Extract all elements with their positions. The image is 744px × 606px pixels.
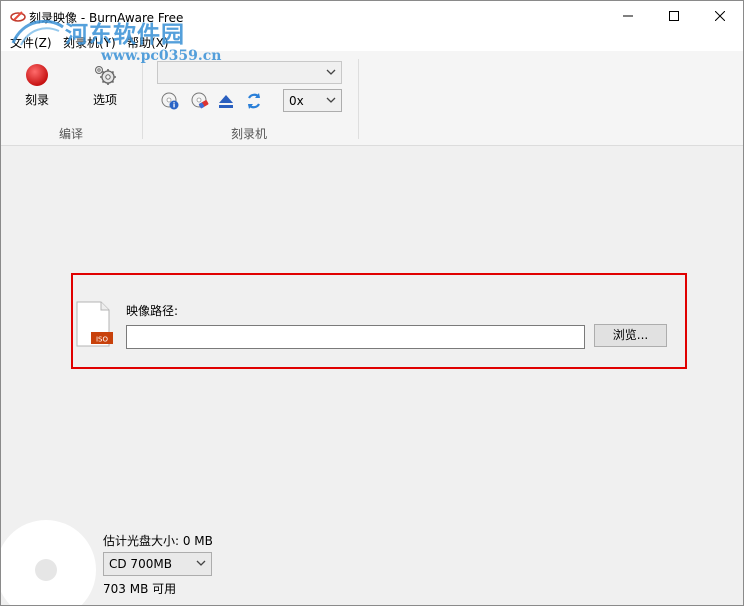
estimated-size-label: 估计光盘大小: 0 MB bbox=[103, 534, 213, 548]
speed-select-value: 0x bbox=[289, 94, 304, 108]
maximize-icon bbox=[669, 11, 679, 21]
options-button-label: 选项 bbox=[92, 93, 117, 107]
toolbar-ribbon: 刻录 选项 编译 0x 刻录机 bbox=[1, 51, 743, 146]
chevron-down-icon bbox=[196, 560, 206, 566]
eject-icon[interactable] bbox=[217, 92, 235, 110]
toolbar-separator bbox=[358, 59, 359, 139]
chevron-down-icon bbox=[326, 69, 336, 75]
burn-button-label: 刻录 bbox=[24, 93, 49, 107]
disc-info-icon[interactable] bbox=[161, 92, 179, 110]
disc-erase-icon[interactable] bbox=[191, 92, 209, 110]
toolbar-separator bbox=[142, 59, 143, 139]
close-icon bbox=[715, 11, 725, 21]
image-path-input[interactable] bbox=[126, 325, 585, 349]
disc-type-select[interactable]: CD 700MB bbox=[103, 552, 212, 576]
disc-type-value: CD 700MB bbox=[109, 557, 172, 571]
minimize-icon bbox=[623, 15, 633, 17]
iso-file-icon: ISO bbox=[76, 301, 113, 347]
available-space-label: 703 MB 可用 bbox=[103, 582, 177, 596]
speed-select[interactable]: 0x bbox=[283, 89, 342, 112]
watermark-logo bbox=[11, 19, 64, 46]
burn-record-icon bbox=[26, 64, 48, 86]
disc-icon bbox=[1, 520, 96, 605]
group-label-burner: 刻录机 bbox=[231, 127, 268, 141]
close-button[interactable] bbox=[697, 1, 743, 31]
image-path-label: 映像路径: bbox=[126, 304, 179, 318]
burn-button[interactable]: 刻录 bbox=[15, 63, 59, 108]
browse-button[interactable]: 浏览... bbox=[594, 324, 667, 347]
app-window: 刻录映像 - BurnAware Free 文件(Z) 刻录机(Y) 帮助(X) bbox=[0, 0, 744, 606]
chevron-down-icon bbox=[326, 97, 336, 103]
drive-select[interactable] bbox=[157, 61, 342, 84]
maximize-button[interactable] bbox=[651, 1, 697, 31]
watermark-site-url: www.pc0359.cn bbox=[101, 48, 222, 64]
options-button[interactable]: 选项 bbox=[83, 63, 127, 108]
refresh-icon[interactable] bbox=[245, 92, 263, 110]
gear-icon bbox=[95, 66, 116, 85]
iso-badge-text: ISO bbox=[96, 336, 109, 344]
watermark-site-name: 河东软件园 bbox=[65, 21, 185, 48]
image-path-highlight bbox=[71, 273, 687, 369]
group-label-edit: 编译 bbox=[59, 127, 84, 141]
minimize-button[interactable] bbox=[605, 1, 651, 31]
